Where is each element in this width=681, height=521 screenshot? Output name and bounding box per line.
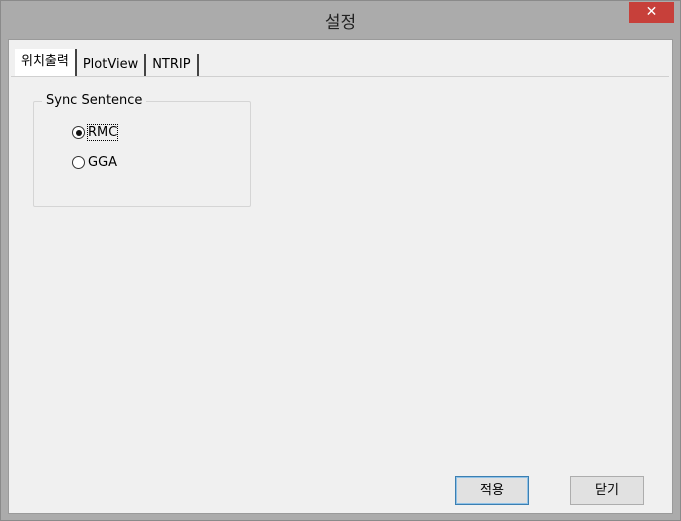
- sync-sentence-legend: Sync Sentence: [42, 93, 147, 108]
- title-bar[interactable]: 설정 ✕: [1, 1, 680, 39]
- tab-strip: 위치출력 PlotView NTRIP: [15, 48, 199, 76]
- close-button[interactable]: 닫기: [570, 476, 644, 505]
- radio-gga-label[interactable]: GGA: [88, 155, 117, 170]
- dialog-client-area: 위치출력 PlotView NTRIP Sync Sentence RMC GG…: [8, 39, 673, 514]
- radio-rmc-label[interactable]: RMC: [86, 124, 119, 141]
- apply-button[interactable]: 적용: [455, 476, 529, 505]
- sync-sentence-group: Sync Sentence RMC GGA: [33, 93, 251, 207]
- tab-ntrip[interactable]: NTRIP: [146, 54, 199, 76]
- settings-dialog: 설정 ✕ 위치출력 PlotView NTRIP Sync Sentence R…: [0, 0, 681, 521]
- radio-rmc-indicator[interactable]: [72, 126, 85, 139]
- tab-plotview[interactable]: PlotView: [77, 54, 147, 76]
- close-window-button[interactable]: ✕: [629, 2, 674, 23]
- window-title: 설정: [324, 13, 357, 33]
- close-icon: ✕: [645, 4, 658, 20]
- radio-gga-indicator[interactable]: [72, 156, 85, 169]
- tab-panel-position-output: Sync Sentence RMC GGA: [11, 76, 669, 510]
- radio-gga[interactable]: GGA: [72, 155, 117, 170]
- tab-position-output[interactable]: 위치출력: [15, 49, 77, 76]
- radio-rmc[interactable]: RMC: [72, 124, 119, 141]
